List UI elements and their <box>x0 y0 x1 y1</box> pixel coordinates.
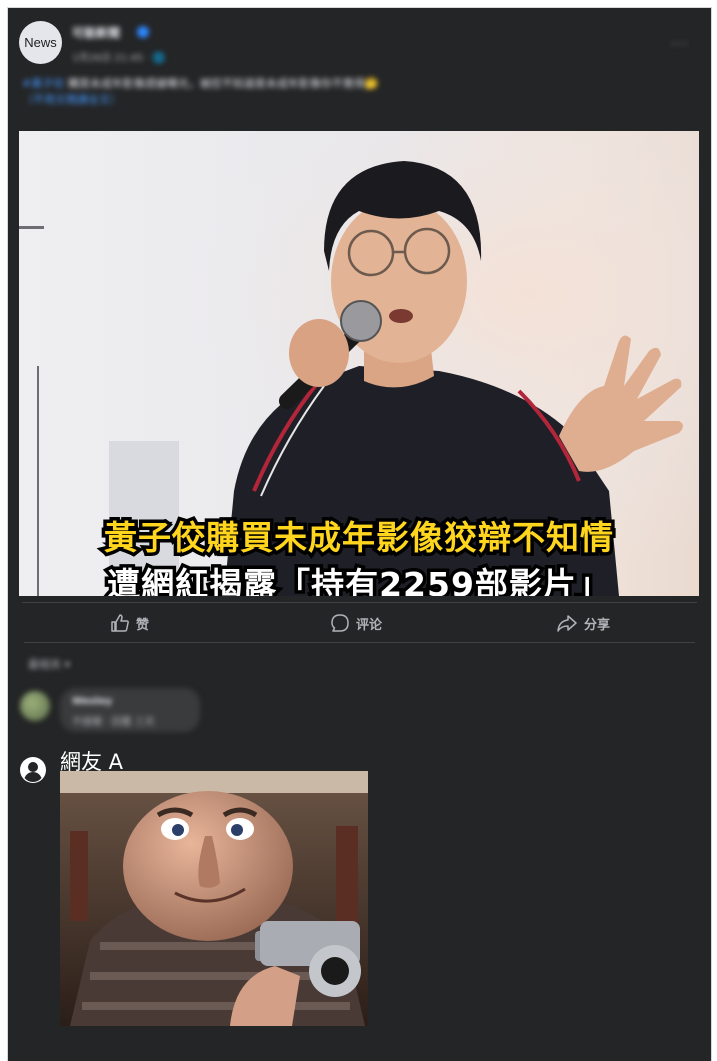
post-body: 購買未成年影像證據曝光，被控不知道是未成年影像你不覺得🤔 <box>67 77 379 90</box>
like-label: 赞 <box>136 617 150 633</box>
thumbs-up-icon <box>111 614 129 632</box>
commenter-name[interactable]: Wesley <box>72 696 112 707</box>
post-timestamp[interactable]: 1月26日 21:45 · 🌐 <box>72 49 165 64</box>
divider-top <box>22 602 697 603</box>
comment-meme-image[interactable] <box>60 771 368 1026</box>
user-avatar-icon <box>20 757 46 783</box>
post-photo[interactable]: 黃子佼購買未成年影像狡辯不知情 遭網紅揭露「持有2259部影片」 <box>19 131 699 596</box>
share-label: 分享 <box>584 617 611 633</box>
screenshot-page: News 可能新聞 1月26日 21:45 · 🌐 ··· #黃子佼 購買未成年… <box>0 0 717 1061</box>
comment-bubble: Wesley 不錯喔 · 回覆 三天 <box>60 688 200 732</box>
page-name[interactable]: 可能新聞 <box>72 24 120 41</box>
stage-bar-top <box>19 226 44 229</box>
meme-illustration <box>60 771 368 1026</box>
more-options-button[interactable]: ··· <box>671 34 689 53</box>
share-button[interactable]: 分享 <box>556 612 610 634</box>
comment-text: 不錯喔 · 回覆 三天 <box>72 717 155 728</box>
facebook-post-card: News 可能新聞 1月26日 21:45 · 🌐 ··· #黃子佼 購買未成年… <box>8 8 711 1061</box>
page-avatar-text: News <box>24 35 57 50</box>
post-hashtag-link[interactable]: #黃子佼 <box>22 77 64 90</box>
comment-icon <box>331 614 349 632</box>
page-avatar[interactable]: News <box>19 21 62 64</box>
read-more-link[interactable]: （不用文閱讀全文） <box>22 93 121 106</box>
commenter-avatar[interactable] <box>20 691 50 721</box>
person-hand-left <box>289 319 349 387</box>
comment-sort-dropdown[interactable]: 最相关 ▾ <box>28 656 70 672</box>
comment-button[interactable]: 评论 <box>330 612 382 634</box>
photo-caption-line1: 黃子佼購買未成年影像狡辯不知情 <box>101 515 617 561</box>
comment-label: 评论 <box>356 617 383 633</box>
verified-badge-icon <box>137 26 149 38</box>
post-text: #黃子佼 購買未成年影像證據曝光，被控不知道是未成年影像你不覺得🤔 （不用文閱讀… <box>22 76 682 108</box>
like-button[interactable]: 赞 <box>110 612 149 634</box>
share-arrow-icon <box>557 615 577 632</box>
photo-caption-line2: 遭網紅揭露「持有2259部影片」 <box>104 562 614 597</box>
divider-bottom <box>24 642 695 643</box>
